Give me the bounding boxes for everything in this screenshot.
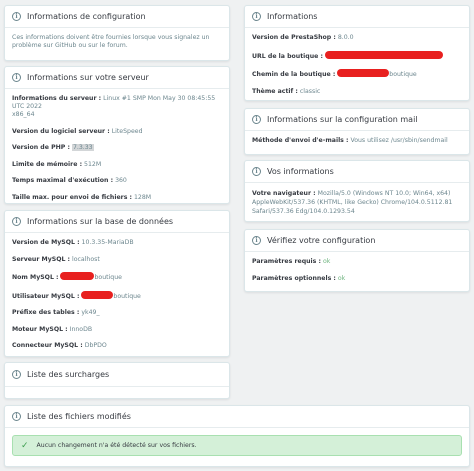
database-panel-header: i Informations sur la base de données [5, 211, 229, 233]
php-version-row: Version de PHP : 7.3.33 [12, 144, 94, 151]
database-panel: i Informations sur la base de données Ve… [4, 210, 230, 357]
overrides-panel: i Liste des surcharges [4, 362, 230, 399]
server-title: Informations sur votre serveur [27, 73, 149, 82]
info-icon: i [12, 12, 21, 21]
mysql-user-row: Utilisateur MySQL : boutique [12, 290, 141, 300]
check-icon: ✓ [21, 440, 29, 451]
exec-time-row: Temps maximal d'exécution : 360 [12, 177, 127, 184]
mysql-engine-row: Moteur MySQL : InnoDB [12, 325, 93, 333]
info-icon: i [12, 412, 21, 421]
redaction-mark [337, 69, 390, 77]
overrides-title: Liste des surcharges [27, 370, 110, 379]
modified-files-panel: i Liste des fichiers modifiés ✓ Aucun ch… [4, 405, 470, 467]
mysql-server-row: Serveur MySQL : localhost [12, 255, 100, 263]
server-panel-header: i Informations sur votre serveur [5, 67, 229, 89]
mysql-driver-row: Connecteur MySQL : DbPDO [12, 342, 107, 349]
overrides-panel-header: i Liste des surcharges [5, 363, 229, 387]
mail-panel: i Informations sur la configuration mail… [244, 108, 470, 155]
database-title: Informations sur la base de données [27, 217, 174, 226]
mysql-version-row: Version de MySQL : 10.3.35-MariaDB [12, 239, 134, 246]
mail-panel-header: i Informations sur la configuration mail [245, 109, 469, 131]
upload-size-row: Taille max. pour envoi de fichiers : 128… [12, 193, 152, 201]
prestashop-version-row: Version de PrestaShop : 8.0.0 [252, 34, 354, 41]
mail-method-row: Méthode d'envoi d'e-mails : Vous utilise… [252, 137, 448, 144]
info-panel-header: i Informations [245, 6, 469, 28]
check-config-header: i Vérifiez votre configuration [245, 230, 469, 252]
browser-row: Votre navigateur : Mozilla/5.0 (Windows … [252, 190, 453, 215]
active-theme-row: Thème actif : classic [252, 87, 321, 95]
client-panel-header: i Vos informations [245, 161, 469, 183]
info-icon: i [12, 73, 21, 82]
memory-limit-row: Limite de mémoire : 512M [12, 160, 102, 168]
required-params-row: Paramètres requis : ok [252, 258, 331, 265]
client-title: Vos informations [267, 167, 334, 176]
info-icon: i [252, 115, 261, 124]
mysql-name-row: Nom MySQL : boutique [12, 272, 122, 281]
shop-path-row: Chemin de la boutique : boutique [252, 69, 417, 78]
check-config-title: Vérifiez votre configuration [267, 236, 376, 245]
server-panel: i Informations sur votre serveur Informa… [4, 66, 230, 204]
required-status: ok [322, 258, 331, 265]
success-message: Aucun changement n'a été détecté sur vos… [36, 442, 197, 449]
optional-params-row: Paramètres optionnels : ok [252, 274, 346, 282]
modified-files-header: i Liste des fichiers modifiés [5, 406, 469, 428]
mail-title: Informations sur la configuration mail [267, 115, 418, 124]
php-version-value: 7.3.33 [71, 144, 94, 151]
info-icon: i [252, 12, 261, 21]
info-title: Informations [267, 12, 318, 21]
config-title: Informations de configuration [27, 12, 146, 21]
optional-status: ok [337, 274, 346, 282]
info-icon: i [252, 167, 261, 176]
info-icon: i [12, 370, 21, 379]
client-panel: i Vos informations Votre navigateur : Mo… [244, 160, 470, 222]
info-icon: i [252, 236, 261, 245]
modified-files-title: Liste des fichiers modifiés [27, 412, 131, 421]
config-panel-header: i Informations de configuration [5, 6, 229, 28]
server-software-row: Version du logiciel serveur : LiteSpeed [12, 127, 143, 135]
success-alert: ✓ Aucun changement n'a été détecté sur v… [12, 435, 462, 456]
redaction-mark [81, 290, 114, 299]
table-prefix-row: Préfixe des tables : yk49_ [12, 309, 100, 316]
check-config-panel: i Vérifiez votre configuration Paramètre… [244, 229, 470, 292]
info-icon: i [12, 217, 21, 226]
server-info-row: Informations du serveur : Linux #1 SMP M… [12, 95, 216, 118]
shop-url-row: URL de la boutique : [252, 50, 462, 61]
config-description: Ces informations doivent être fournies l… [12, 34, 210, 49]
redaction-mark [60, 272, 95, 280]
config-panel: i Informations de configuration Ces info… [4, 5, 230, 61]
info-panel: i Informations Version de PrestaShop : 8… [244, 5, 470, 101]
redaction-mark [324, 50, 443, 59]
